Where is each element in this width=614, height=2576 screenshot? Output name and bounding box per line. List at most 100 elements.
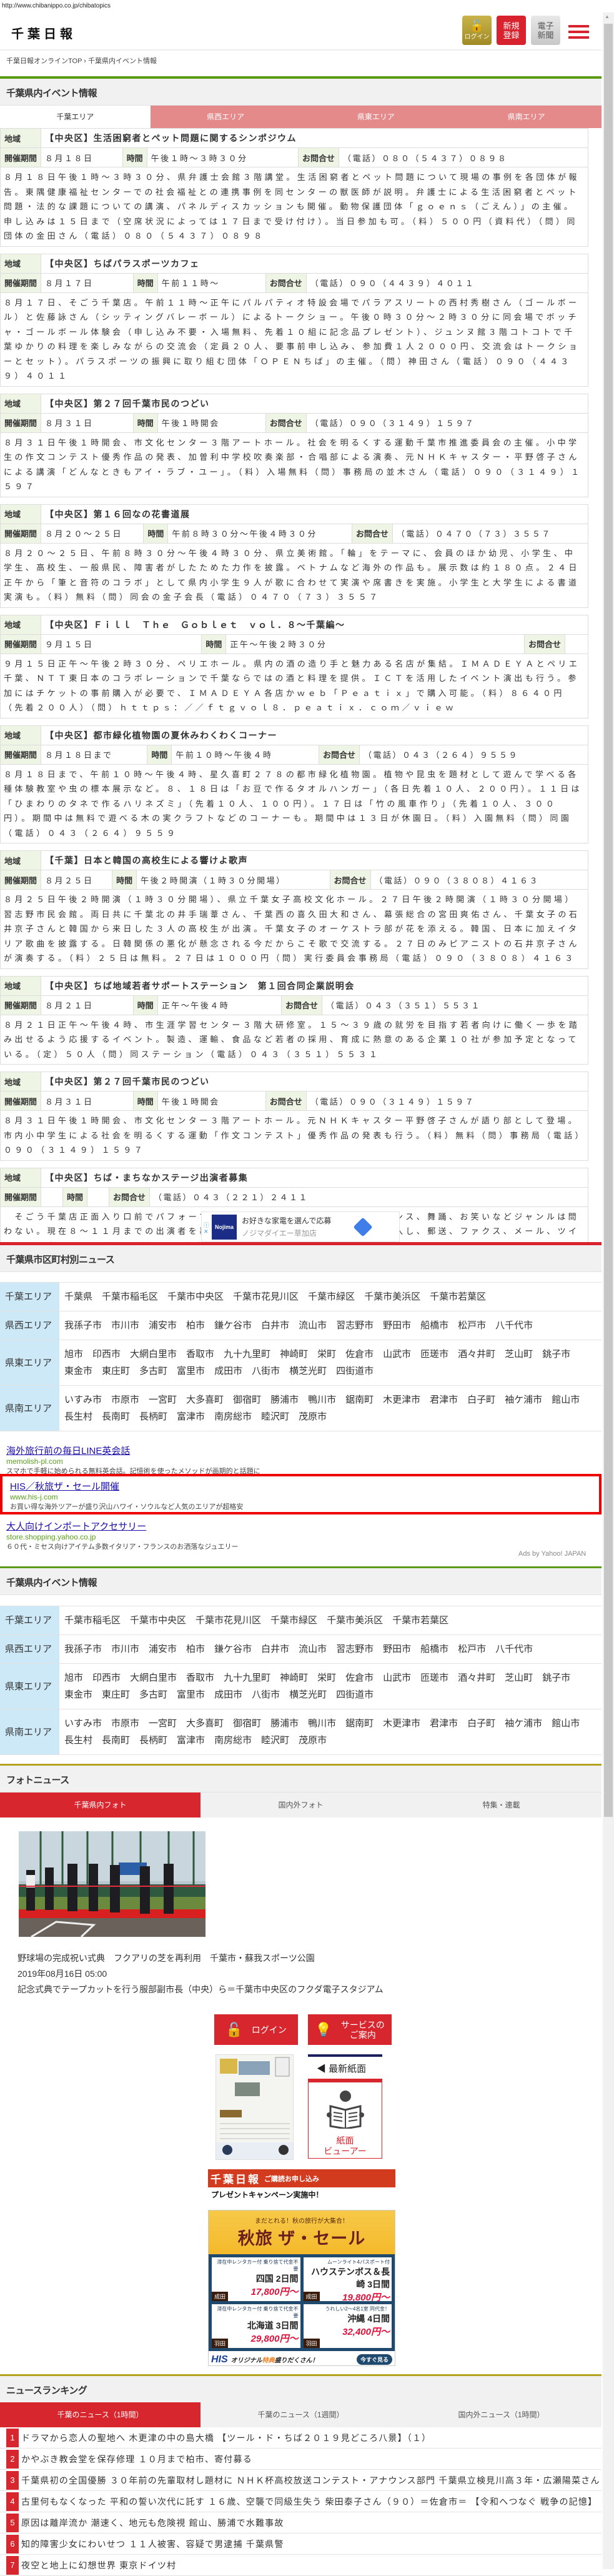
municipality-link[interactable]: 八千代市 xyxy=(495,1641,533,1658)
tab-world-hour[interactable]: 国内外ニュース（1時間） xyxy=(401,2402,602,2427)
municipality-link[interactable]: 芝山町 xyxy=(505,1669,533,1686)
see-now-button[interactable]: 今すぐ見る xyxy=(356,2354,392,2365)
municipality-link[interactable]: いすみ市 xyxy=(64,1715,102,1732)
municipality-link[interactable]: 山武市 xyxy=(383,1346,411,1363)
municipality-link[interactable]: 鴨川市 xyxy=(308,1715,336,1732)
municipality-link[interactable]: 茂原市 xyxy=(299,1732,327,1749)
site-logo[interactable]: 千葉日報 xyxy=(11,24,76,42)
municipality-link[interactable]: 鴨川市 xyxy=(308,1391,336,1408)
deal-tile[interactable]: 滞在中レンタカー付 乗り捨て代金不要 北海道 3日間 29,800円～ 羽田 xyxy=(212,2304,300,2348)
municipality-link[interactable]: 神崎町 xyxy=(280,1346,308,1363)
tab-features[interactable]: 特集・連載 xyxy=(401,1793,602,1818)
municipality-link[interactable]: 九十九里町 xyxy=(224,1346,270,1363)
municipality-link[interactable]: 印西市 xyxy=(92,1669,121,1686)
header-epaper-button[interactable]: 電子 新聞 xyxy=(531,16,560,45)
ranking-title-link[interactable]: 原因は離岸流か 潮速く、地元も危険視 館山、勝浦で水難事故 xyxy=(21,2517,284,2529)
municipality-link[interactable]: 千葉市花見川区 xyxy=(196,1612,261,1629)
municipality-link[interactable]: 富里市 xyxy=(177,1686,205,1703)
ranking-item[interactable]: 2 かやぶき教会堂を保存修理 １０月まで柏市、寄付募る xyxy=(0,2449,602,2470)
municipality-link[interactable]: 船橋市 xyxy=(420,1641,448,1658)
tab-south-area[interactable]: 県南エリア xyxy=(451,106,602,128)
municipality-link[interactable]: 千葉市中央区 xyxy=(130,1612,186,1629)
municipality-link[interactable]: 勝浦市 xyxy=(270,1391,299,1408)
municipality-link[interactable]: 市川市 xyxy=(111,1641,139,1658)
municipality-link[interactable]: 鎌ケ谷市 xyxy=(214,1317,252,1334)
municipality-link[interactable]: 千葉市稲毛区 xyxy=(64,1612,121,1629)
header-register-button[interactable]: 新規 登録 xyxy=(497,16,526,45)
photo-headline[interactable]: 野球場の完成祝い式典 フクアリの芝を再利用 千葉市・蘇我スポーツ公園 xyxy=(17,1952,315,1964)
ad-title-link[interactable]: 海外旅行前の毎日LINE英会話 xyxy=(6,1444,593,1457)
municipality-link[interactable]: 白井市 xyxy=(261,1317,289,1334)
municipality-link[interactable]: 栄町 xyxy=(317,1669,336,1686)
municipality-link[interactable]: 神崎町 xyxy=(280,1669,308,1686)
ranking-title-link[interactable]: 知的障害少女にわいせつ １１人被害、容疑で男逮捕 千葉県警 xyxy=(21,2538,284,2550)
municipality-link[interactable]: 柏市 xyxy=(186,1317,205,1334)
municipality-link[interactable]: 香取市 xyxy=(186,1669,214,1686)
tab-chiba-hour[interactable]: 千葉のニュース（1時間） xyxy=(0,2402,201,2427)
municipality-link[interactable]: 多古町 xyxy=(139,1686,167,1703)
municipality-link[interactable]: 富津市 xyxy=(177,1732,205,1749)
municipality-link[interactable]: 南房総市 xyxy=(214,1732,252,1749)
municipality-link[interactable]: 松戸市 xyxy=(458,1641,486,1658)
deal-tile[interactable]: ムーンライト4パスポート付 ハウステンボス＆長崎 3日間 19,800円～ 成田 xyxy=(303,2257,392,2303)
municipality-link[interactable]: いすみ市 xyxy=(64,1391,102,1408)
municipality-link[interactable]: 我孫子市 xyxy=(64,1317,102,1334)
municipality-link[interactable]: 四街道市 xyxy=(336,1363,374,1380)
municipality-link[interactable]: 勝浦市 xyxy=(270,1715,299,1732)
municipality-link[interactable]: 大多喜町 xyxy=(186,1391,224,1408)
municipality-link[interactable]: 流山市 xyxy=(299,1317,327,1334)
ranking-item[interactable]: 3 千葉県初の全国優勝 ３０年前の先輩取材し題材に ＮＨＫ杯高校放送コンテスト・… xyxy=(0,2470,602,2491)
municipality-link[interactable]: 富津市 xyxy=(177,1408,205,1425)
municipality-link[interactable]: 長南町 xyxy=(102,1408,130,1425)
municipality-link[interactable]: 八千代市 xyxy=(495,1317,533,1334)
municipality-link[interactable]: 佐倉市 xyxy=(345,1346,374,1363)
ranking-item[interactable]: 4 古里何もなくなった 平和の誓い次代に託す １６歳、空襲で同級生失う 柴田泰子… xyxy=(0,2491,602,2512)
municipality-link[interactable]: 匝瑳市 xyxy=(420,1669,448,1686)
municipality-link[interactable]: 酒々井町 xyxy=(458,1346,495,1363)
municipality-link[interactable]: 千葉市花見川区 xyxy=(233,1288,299,1305)
latest-newspaper-thumbnail[interactable] xyxy=(215,2054,294,2160)
ranking-item[interactable]: 7 夜空と地上に幻想世界 東京ドイツ村 xyxy=(0,2555,602,2576)
municipality-link[interactable]: 袖ケ浦市 xyxy=(505,1715,542,1732)
municipality-link[interactable]: 市原市 xyxy=(111,1391,139,1408)
municipality-link[interactable]: 成田市 xyxy=(214,1363,242,1380)
deal-tile[interactable]: 滞在中レンタカー付 乗り捨て代金不要 四国 2日間 17,800円～ 成田 xyxy=(212,2257,300,2301)
municipality-link[interactable]: 浦安市 xyxy=(149,1641,177,1658)
municipality-link[interactable]: 長南町 xyxy=(102,1732,130,1749)
ranking-title-link[interactable]: 夜空と地上に幻想世界 東京ドイツ村 xyxy=(21,2559,176,2572)
municipality-link[interactable]: 一宮町 xyxy=(149,1391,177,1408)
municipality-link[interactable]: 南房総市 xyxy=(214,1408,252,1425)
municipality-link[interactable]: 長生村 xyxy=(64,1732,92,1749)
service-guide-button[interactable]: 💡 サービスの ご案内 xyxy=(308,2014,392,2045)
municipality-link[interactable]: 千葉市美浜区 xyxy=(364,1288,420,1305)
ranking-item[interactable]: 1 ドラマから恋人の聖地へ 木更津の中の島大橋 【ツール・ド・ちば２０１９見どこ… xyxy=(0,2427,602,2449)
municipality-link[interactable]: 千葉市若葉区 xyxy=(392,1612,448,1629)
municipality-link[interactable]: 長柄町 xyxy=(139,1408,167,1425)
subscribe-banner[interactable]: 千葉日報 ご購読お申し込み プレゼントキャンペーン実施中！ xyxy=(208,2169,395,2201)
municipality-link[interactable]: 印西市 xyxy=(92,1346,121,1363)
municipality-link[interactable]: 浦安市 xyxy=(149,1317,177,1334)
municipality-link[interactable]: 鋸南町 xyxy=(345,1391,374,1408)
municipality-link[interactable]: 館山市 xyxy=(552,1715,580,1732)
municipality-link[interactable]: 東金市 xyxy=(64,1363,92,1380)
ad-title-link[interactable]: 大人向けインポートアクセサリー xyxy=(6,1519,593,1533)
municipality-link[interactable]: 千葉市若葉区 xyxy=(430,1288,486,1305)
municipality-link[interactable]: 我孫子市 xyxy=(64,1641,102,1658)
municipality-link[interactable]: 芝山町 xyxy=(505,1346,533,1363)
ad-title-link[interactable]: HIS／秋旅ザ・セール開催 xyxy=(10,1479,597,1493)
municipality-link[interactable]: 船橋市 xyxy=(420,1317,448,1334)
municipality-link[interactable]: 横芝光町 xyxy=(289,1686,327,1703)
paper-viewer-button[interactable]: 紙面 ビューアー xyxy=(308,2079,382,2159)
municipality-link[interactable]: 八街市 xyxy=(252,1686,280,1703)
municipality-link[interactable]: 館山市 xyxy=(552,1391,580,1408)
municipality-link[interactable]: 千葉市稲毛区 xyxy=(102,1288,158,1305)
tab-east-area[interactable]: 県東エリア xyxy=(300,106,452,128)
municipality-link[interactable]: 白井市 xyxy=(261,1641,289,1658)
municipality-link[interactable]: 山武市 xyxy=(383,1669,411,1686)
municipality-link[interactable]: 御宿町 xyxy=(233,1391,261,1408)
tab-chiba-photo[interactable]: 千葉県内フォト xyxy=(0,1793,201,1818)
ads-credit[interactable]: Ads by Yahoo! JAPAN xyxy=(518,1550,586,1558)
municipality-link[interactable]: 野田市 xyxy=(383,1641,411,1658)
ranking-title-link[interactable]: 千葉県初の全国優勝 ３０年前の先輩取材し題材に ＮＨＫ杯高校放送コンテスト・アナ… xyxy=(21,2474,600,2487)
municipality-link[interactable]: 流山市 xyxy=(299,1641,327,1658)
